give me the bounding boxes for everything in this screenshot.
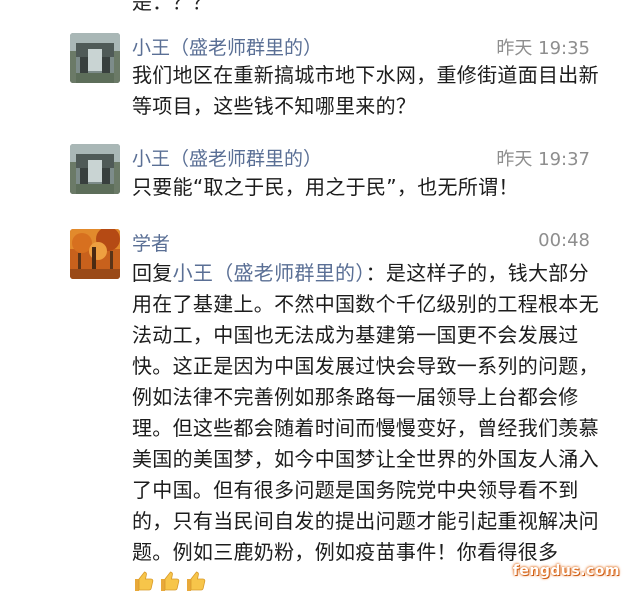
reply-prefix: 回复: [132, 261, 173, 285]
comment-text: 只要能“取之于民，用之于民”，也无所谓！: [132, 175, 519, 199]
avatar[interactable]: [70, 229, 120, 279]
thumbs-up-icon: [135, 571, 154, 591]
comment-time: 昨天 19:37: [496, 149, 590, 170]
watermark: fengdus.com: [512, 563, 620, 579]
commenter-name[interactable]: 小王（盛老师群里的）: [132, 33, 322, 60]
thumbs-up-icon: [187, 571, 206, 591]
comment-text: ：是这样子的，钱大部分用在了基建上。不然中国数个千亿级别的工程根本无法动工，中国…: [132, 261, 599, 564]
comment-text: 我们地区在重新搞城市地下水网，重修街道面目出新等项目，这些钱不知哪里来的？: [132, 63, 599, 118]
commenter-name[interactable]: 学者: [132, 229, 170, 256]
emoji-group: [132, 569, 210, 602]
thumbs-up-icon: [161, 571, 180, 591]
avatar[interactable]: [70, 33, 120, 83]
cut-off-previous-text: 是：？？: [132, 0, 212, 14]
comment-time: 昨天 19:35: [496, 38, 590, 59]
comment-text-block: 回复小王（盛老师群里的）：是这样子的，钱大部分用在了基建上。不然中国数个千亿级别…: [132, 258, 602, 602]
reply-target-name[interactable]: 小王（盛老师群里的）: [173, 261, 366, 285]
avatar[interactable]: [70, 144, 120, 194]
commenter-name[interactable]: 小王（盛老师群里的）: [132, 144, 322, 171]
comment-time: 00:48: [538, 230, 590, 251]
